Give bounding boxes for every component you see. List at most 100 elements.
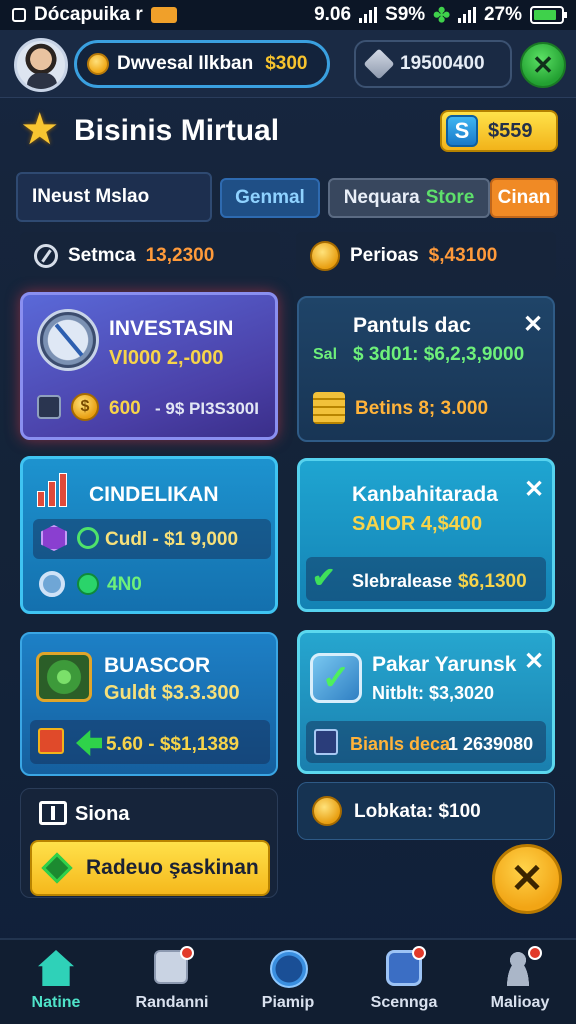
ring-icon [77,527,99,549]
card-title: Pakar Yarunsk [372,653,517,676]
stat-label: Setmca [68,245,136,266]
gems-value: 19500400 [400,53,485,74]
compass-icon [270,950,308,988]
card-value: Nitblt: $3,3020 [372,683,495,703]
document-icon [37,395,61,419]
bottom-nav: Natine Randanni Piamip Scennga Malioay [0,938,576,1024]
card-row-value: 1 2639080 [448,734,534,754]
nav-item-scennga[interactable]: Scennga [354,946,454,1022]
cash-button[interactable]: S $559 [440,110,558,152]
tab-cinan[interactable]: Cinan [490,178,558,218]
film-icon [39,801,67,825]
home-icon [38,950,74,986]
card-sub-value: $ 3d01: $6,2,3,9000 [353,344,525,365]
card-value: SAIOR 4,$400 [352,513,483,535]
leaf-icon: ✤ [433,4,450,27]
red-square-icon [38,728,64,754]
card-row-text: 5.60 - $$1,1389 [106,734,240,755]
gems-counter[interactable]: 19500400 [354,40,512,88]
card-row1: Cudl - $1 9,000 [105,529,239,550]
notification-icon [12,8,26,22]
chart-icon [37,473,77,507]
app-notification-icon [150,7,177,23]
close-icon[interactable]: ✕ [524,647,544,676]
status-signal-text: S9% [385,4,426,25]
tab-invest[interactable]: INeust Mslao [16,172,212,222]
avatar[interactable] [14,38,68,92]
card-row-value: $6,1300 [458,571,527,592]
card-lobkata[interactable]: Lobkata: $100 [297,782,555,840]
card-row-text: Betins 8; 3.000 [355,398,489,419]
status-time: 9.06 [314,4,352,25]
close-icon[interactable]: ✕ [523,310,543,339]
top-header: Dwvesal Ilkban $300 19500400 ✕ [0,30,576,98]
card-pantuls[interactable]: Pantuls dac ✕ Sal $ 3d01: $6,2,3,9000 Be… [297,296,555,442]
card-row-text: Bianls deca [350,734,451,754]
card-cindelikan[interactable]: CINDELIKAN Cudl - $1 9,000 4N0 [20,456,278,614]
cash-value: $559 [488,119,533,142]
dice-icon [154,946,194,986]
cash-icon: S [446,115,478,147]
close-button[interactable]: ✕ [520,42,566,88]
deal-label: Dwvesal Ilkban [117,53,254,74]
card-title: Siona [75,803,130,825]
card-buascor[interactable]: BUASCOR Guldt $3.3.300 5.60 - $$1,1389 [20,632,278,776]
nav-item-piamip[interactable]: Piamip [238,950,338,1022]
gem-icon [363,48,395,80]
deal-amount: $300 [265,53,308,74]
close-fab-button[interactable]: ✕ [492,844,562,914]
nav-label: Scennga [370,994,438,1011]
deal-pill[interactable]: Dwvesal Ilkban $300 [74,40,330,88]
nav-item-randanni[interactable]: Randanni [122,946,222,1022]
coin-icon: $ [71,393,99,421]
signal-icon [359,7,378,23]
nav-label: Natine [31,994,81,1011]
card-row2: 4N0 [107,574,142,595]
radeuo-button[interactable]: Radeuo şaskinan [30,840,270,896]
stat-value: $,43100 [428,245,498,266]
coin-stack-icon [313,392,345,424]
radar-icon [36,652,92,702]
close-icon[interactable]: ✕ [524,475,544,504]
nav-item-home[interactable]: Natine [6,950,106,1022]
close-icon: ✕ [510,857,544,901]
tab-store-label: Nequara [343,187,420,208]
tabs-bar: INeust Mslao Genmal Nequara Store Cinan [16,172,560,224]
stat-perioas: Perioas $,43100 [296,232,556,280]
card-title: BUASCOR [104,654,211,677]
card-pakar[interactable]: ✓ Pakar Yarunsk ✕ Nitblt: $3,3020 Bianls… [297,630,555,774]
diamond-icon [41,852,73,884]
card-value: VI000 2,-000 [109,347,224,369]
tab-general[interactable]: Genmal [220,178,320,218]
battery-percent: 27% [483,4,522,25]
notification-badge [412,946,426,960]
stat-label: Perioas [350,245,419,266]
card-row-amount: 600 [109,398,141,419]
notification-badge [180,946,194,960]
card-title: CINDELIKAN [89,483,219,506]
card-sub-prefix: Sal [313,346,338,363]
card-kanbahitarada[interactable]: Kanbahitarada ✕ SAIOR 4,$400 ✔ Slebralea… [297,458,555,612]
wifi-bars-icon [457,7,476,23]
status-bar: Dócapuika r 9.06 S9% ✤ 27% [0,0,576,30]
card-title: Pantuls dac [353,314,471,337]
page-title: Bisinis Mirtual [74,114,280,147]
status-left-text: Dócapuika r [34,4,143,25]
nav-label: Malioay [490,994,550,1011]
shield-icon [314,729,338,755]
compass-icon [37,309,99,371]
card-row-detail: - 9$ PI3S300I [155,399,259,418]
nav-label: Randanni [135,994,209,1011]
card-title: Kanbahitarada [352,483,498,506]
nav-item-profile[interactable]: Malioay [470,946,570,1022]
coin-icon [87,53,109,75]
nav-label: Piamip [261,994,315,1011]
card-title: INVESTASIN [109,317,234,340]
card-row-text: Slebralease [352,571,453,591]
tab-store[interactable]: Nequara Store [328,178,490,218]
check-icon: ✔ [312,562,336,593]
battery-icon [530,6,567,24]
stat-setmca: Setmca 13,2300 [20,232,280,280]
stat-value: 13,2300 [145,245,215,266]
card-investasin[interactable]: INVESTASIN VI000 2,-000 $ 600 - 9$ PI3S3… [20,292,278,440]
